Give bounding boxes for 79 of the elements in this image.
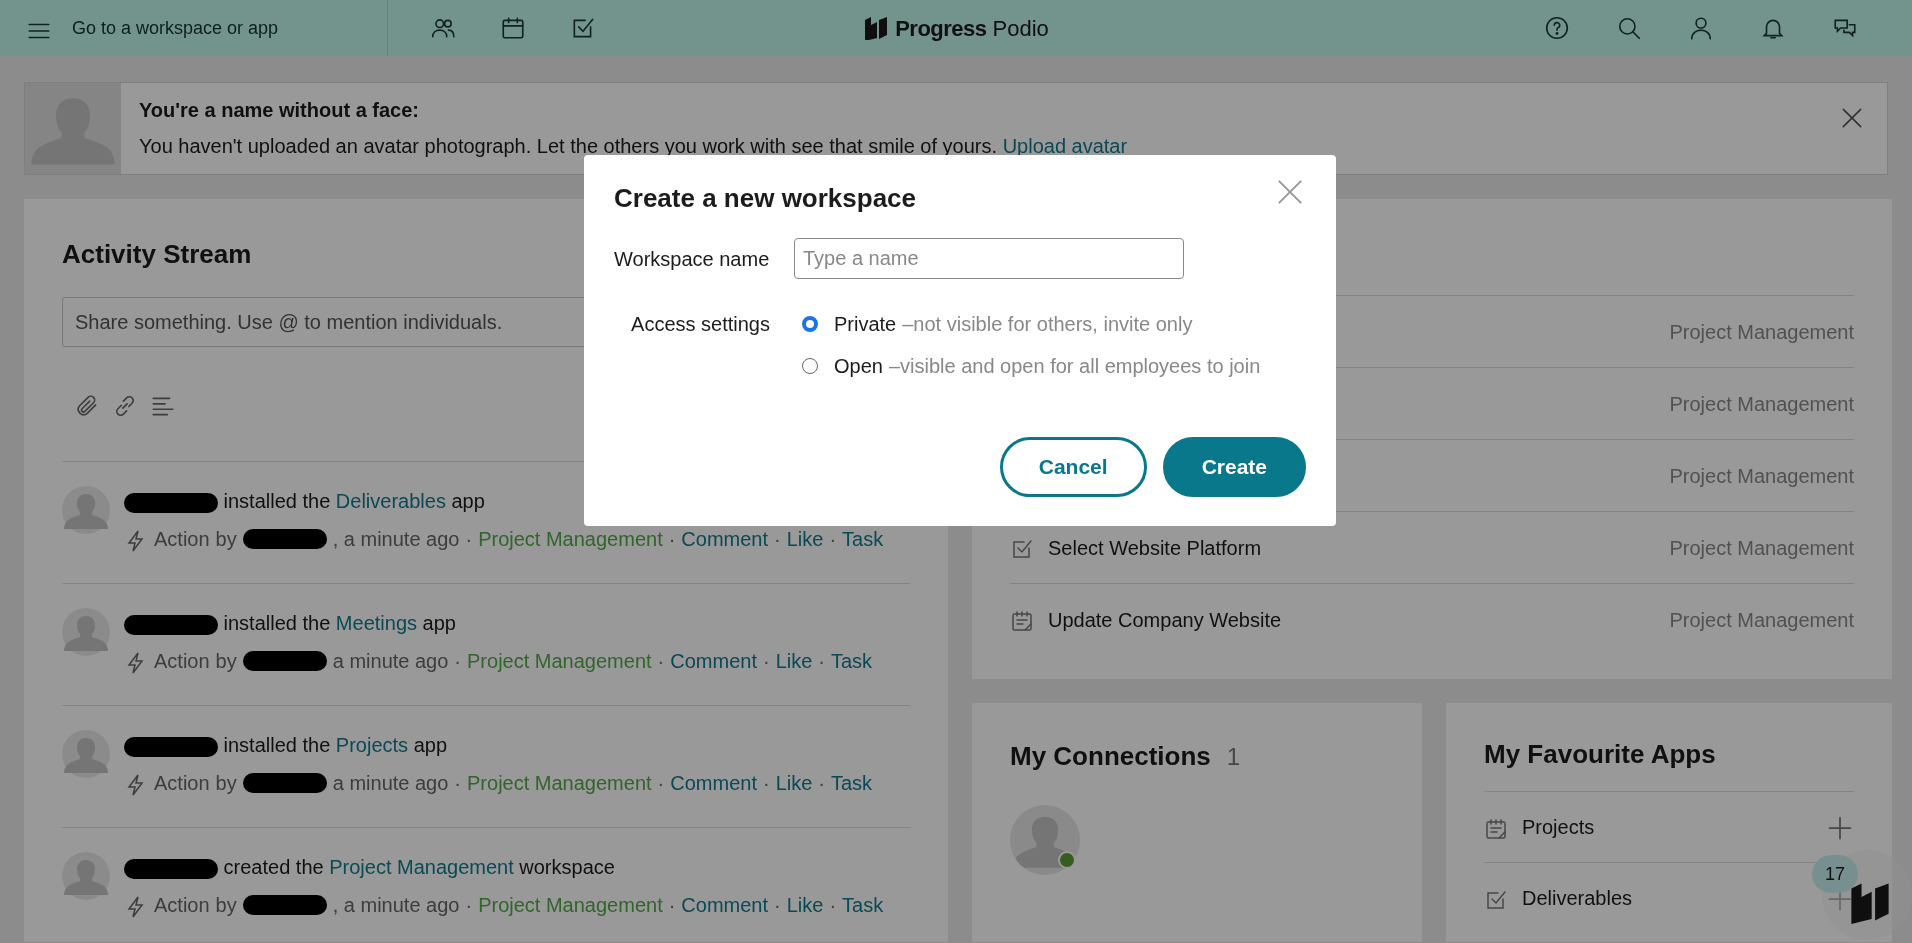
field-label: Access settings (630, 312, 770, 338)
banner-title: You're a name without a face: (139, 98, 420, 123)
action-link[interactable]: Task (831, 768, 873, 798)
logo-brand: Progress (895, 14, 987, 43)
separator-dot: · (465, 893, 473, 918)
action-link[interactable]: Task (831, 646, 873, 676)
action-link[interactable]: Comment (681, 890, 769, 920)
favourite-apps-title: My Favourite Apps (1484, 739, 1716, 771)
task-workspace: Project Management (1669, 535, 1854, 561)
separator-dot: · (668, 527, 676, 552)
separator-dot: · (762, 771, 770, 796)
connections-title: My Connections (1010, 741, 1211, 773)
workspace-name-field[interactable]: Type a name (794, 238, 1184, 280)
activity-meta-text: , a minute ago (332, 527, 460, 552)
activity-meta-text: Action (154, 893, 210, 918)
field-label: Workspace name (614, 246, 770, 272)
activity-meta-text: by (215, 527, 237, 552)
activity-meta-text: , a minute ago (332, 893, 460, 918)
task-workspace: Project Management (1669, 463, 1854, 489)
app-link[interactable]: Projects (1522, 812, 1595, 842)
action-link[interactable]: Task (842, 890, 884, 920)
action-link[interactable]: Task (842, 524, 884, 554)
workspace-link[interactable]: Project Management (478, 524, 663, 554)
app-link[interactable]: Deliverables (1522, 883, 1633, 913)
activity-meta-text: a minute ago (332, 649, 449, 674)
action-link[interactable]: Comment (670, 768, 757, 798)
activity-meta-text: by (215, 771, 237, 796)
separator-dot: · (465, 527, 473, 552)
activity-meta-text: by (215, 649, 237, 674)
separator-dot: · (774, 893, 781, 918)
action-link[interactable]: Like (786, 524, 824, 554)
option-label: Private (834, 312, 897, 338)
action-link[interactable]: Like (775, 768, 813, 798)
activity-target-link[interactable]: Meetings (335, 612, 417, 634)
activity-title: Activity Stream (62, 239, 252, 271)
separator-dot: · (818, 649, 825, 674)
workspace-search-link[interactable]: Go to a workspace or app (72, 14, 279, 42)
task-title[interactable]: Select Website Platform (1048, 532, 1262, 563)
separator-dot: · (829, 893, 837, 918)
workspace-link[interactable]: Project Management (467, 646, 652, 676)
separator-dot: · (657, 771, 665, 796)
separator-dot: · (818, 771, 825, 796)
dialog-title: Create a new workspace (614, 183, 917, 215)
activity-meta-text: Action (154, 527, 210, 552)
workspace-link[interactable]: Project Management (478, 890, 663, 920)
action-link[interactable]: Comment (670, 646, 757, 676)
separator-dot: · (762, 649, 770, 674)
activity-meta-text: a minute ago (332, 771, 449, 796)
action-link[interactable]: Comment (681, 524, 769, 554)
action-link[interactable]: Like (775, 646, 813, 676)
banner-text: You haven't uploaded an avatar photograph. Let the others you work with see that smile of yours. Upload avatar (139, 134, 1129, 159)
cancel-button[interactable]: Cancel (999, 437, 1147, 498)
workspace-link[interactable]: Project Management (467, 768, 652, 798)
upload-avatar-link[interactable]: Upload avatar (1002, 135, 1128, 157)
activity-meta-text: by (215, 893, 237, 918)
separator-dot: · (454, 771, 462, 796)
task-workspace: Project Management (1669, 391, 1854, 417)
activity-target-link[interactable]: Deliverables (335, 490, 446, 512)
activity-meta-text: Action (154, 771, 210, 796)
activity-meta-text: Action (154, 649, 210, 674)
option-hint: –visible and open for all employees to join (888, 354, 1261, 380)
option-label: Open (834, 354, 883, 380)
task-workspace: Project Management (1669, 607, 1854, 633)
separator-dot: · (668, 893, 676, 918)
activity-target-link[interactable]: Projects (335, 734, 409, 756)
separator-dot: · (829, 527, 837, 552)
activity-text: installed the Projects app (124, 730, 873, 760)
create-button[interactable]: Create (1162, 437, 1306, 498)
separator-dot: · (657, 649, 665, 674)
separator-dot: · (774, 527, 781, 552)
activity-target-link[interactable]: Project Management (329, 856, 514, 878)
task-title[interactable]: Update Company Website (1048, 604, 1282, 635)
activity-text: installed the Meetings app (124, 608, 873, 638)
action-link[interactable]: Like (786, 890, 824, 920)
task-workspace: Project Management (1669, 319, 1854, 345)
connections-count: 1 (1226, 742, 1241, 772)
logo-product: Podio (992, 14, 1049, 43)
separator-dot: · (454, 649, 462, 674)
activity-text: created the Project Management workspace (124, 852, 884, 882)
